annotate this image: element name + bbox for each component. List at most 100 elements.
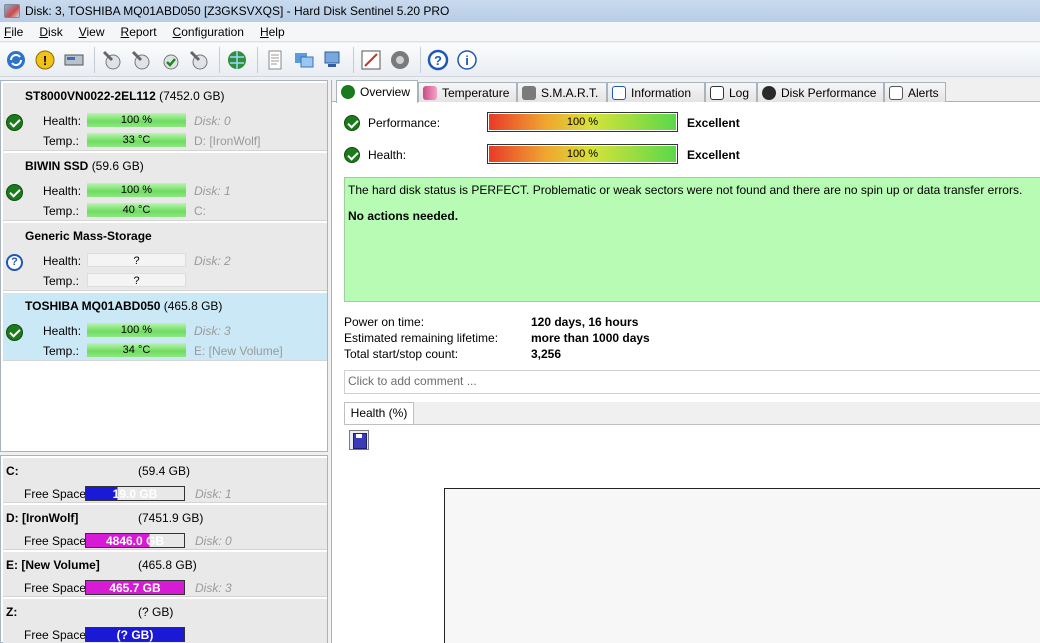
startstop-value: 3,256	[531, 347, 562, 361]
temp-bar: ?	[87, 273, 186, 287]
volume-item[interactable]: D: [IronWolf] (7451.9 GB) Free Space 484…	[3, 505, 327, 550]
disk-item[interactable]: Generic Mass-Storage ? Health: ? Disk: 2…	[3, 223, 327, 291]
tab-smart[interactable]: S.M.A.R.T.	[517, 82, 607, 102]
tab-disk-performance[interactable]: Disk Performance	[757, 82, 884, 102]
test-button-3[interactable]	[157, 47, 183, 73]
status-ok-icon	[6, 114, 23, 131]
toolbar: ! ? i	[0, 43, 1040, 77]
power-on-value: 120 days, 16 hours	[531, 315, 639, 329]
health-label: Health:	[43, 114, 82, 128]
volume-name: C:	[6, 464, 19, 478]
report-button[interactable]	[262, 47, 288, 73]
alerts-icon	[889, 85, 903, 100]
health-bar: 100 %	[87, 183, 186, 197]
status-text: The hard disk status is PERFECT. Problem…	[348, 183, 1023, 197]
volume-item[interactable]: E: [New Volume] (465.8 GB) Free Space 46…	[3, 552, 327, 597]
alert-button[interactable]: !	[32, 47, 58, 73]
tab-information[interactable]: Information	[607, 82, 705, 102]
health-ok-icon	[344, 147, 360, 163]
drive-icon	[64, 54, 84, 65]
main-panel: Overview Temperature S.M.A.R.T. Informat…	[331, 80, 1040, 643]
volume-disk: Disk: 1	[195, 487, 232, 501]
disk-name: TOSHIBA MQ01ABD050 (465.8 GB)	[25, 299, 223, 313]
tab-log[interactable]: Log	[705, 82, 757, 102]
wrench-4-icon	[189, 50, 208, 69]
tab-label: Disk Performance	[781, 85, 877, 100]
about-button[interactable]: i	[454, 47, 480, 73]
menu-disk[interactable]: Disk	[39, 25, 62, 39]
health-bar: 100 %	[87, 323, 186, 337]
wrench-1-icon	[102, 50, 121, 69]
tab-label: S.M.A.R.T.	[541, 85, 599, 100]
status-ok-icon	[6, 184, 23, 201]
title-bar: Disk: 3, TOSHIBA MQ01ABD050 [Z3GKSVXQS] …	[0, 0, 1040, 22]
sync-icon	[295, 52, 314, 67]
volume-list: C: (59.4 GB) Free Space 19.0 GB Disk: 1 …	[0, 455, 328, 643]
performance-rating: Excellent	[687, 116, 740, 130]
gauge-icon	[762, 85, 776, 100]
comment-field[interactable]: Click to add comment ...	[344, 370, 1040, 394]
menu-file[interactable]: File	[4, 25, 23, 39]
action-text: No actions needed.	[348, 209, 459, 223]
temp-label: Temp.:	[43, 274, 80, 288]
wrench-check-icon	[163, 54, 179, 69]
tab-health-graph[interactable]: Health (%)	[344, 402, 414, 425]
tab-label: Log	[729, 85, 750, 100]
volume-capacity: (7451.9 GB)	[138, 511, 204, 525]
menu-report[interactable]: Report	[121, 25, 157, 39]
disk-item[interactable]: ST8000VN0022-2EL112 (7452.0 GB) Health: …	[3, 83, 327, 151]
refresh-icon	[7, 50, 25, 69]
network-button[interactable]	[320, 47, 346, 73]
refresh-button[interactable]	[3, 47, 29, 73]
globe-icon	[228, 50, 246, 69]
menu-help[interactable]: Help	[260, 25, 285, 39]
toolbar-separator	[257, 46, 258, 73]
health-bar: ?	[87, 253, 186, 267]
window-title: Disk: 3, TOSHIBA MQ01ABD050 [Z3GKSVXQS] …	[25, 4, 450, 18]
temp-bar: 34 °C	[87, 343, 186, 357]
tab-label: Overview	[360, 85, 411, 99]
tab-alerts[interactable]: Alerts	[884, 82, 946, 102]
sync-button[interactable]	[291, 47, 317, 73]
report-icon	[268, 50, 282, 69]
test-button-4[interactable]	[186, 47, 212, 73]
volume-name: E: [New Volume]	[6, 558, 100, 572]
free-space-label: Free Space	[24, 487, 87, 501]
volume-label: C:	[194, 204, 206, 218]
volume-capacity: (59.4 GB)	[138, 464, 191, 478]
temp-bar: 33 °C	[87, 133, 186, 147]
power-on-label: Power on time:	[344, 315, 425, 329]
disk-number: Disk: 3	[194, 324, 231, 338]
help-button[interactable]: ?	[425, 47, 451, 73]
speaker-icon	[391, 50, 409, 69]
web-button[interactable]	[224, 47, 250, 73]
save-icon[interactable]	[349, 430, 369, 450]
sound-button[interactable]	[387, 47, 413, 73]
wrench-2-icon	[131, 50, 150, 69]
disk-button[interactable]	[61, 47, 87, 73]
test-button-1[interactable]	[99, 47, 125, 73]
tab-label: Alerts	[908, 85, 939, 100]
log-icon	[710, 85, 724, 100]
status-ok-icon	[6, 324, 23, 341]
menu-view[interactable]: View	[79, 25, 105, 39]
disk-item[interactable]: BIWIN SSD (59.6 GB) Health: 100 % Disk: …	[3, 153, 327, 221]
volume-label: D: [IronWolf]	[194, 134, 261, 148]
temp-bar: 40 °C	[87, 203, 186, 217]
tab-overview[interactable]: Overview	[336, 80, 418, 103]
pulse-icon	[522, 85, 536, 100]
volume-name: D: [IronWolf]	[6, 511, 79, 525]
health-graph	[444, 488, 1040, 643]
volume-item[interactable]: Z: (? GB) Free Space (? GB)	[3, 599, 327, 643]
menu-bar: File Disk View Report Configuration Help	[0, 22, 1040, 42]
disk-item-selected[interactable]: TOSHIBA MQ01ABD050 (465.8 GB) Health: 10…	[3, 293, 327, 361]
menu-configuration[interactable]: Configuration	[173, 25, 244, 39]
checklist-button[interactable]	[358, 47, 384, 73]
volume-label: E: [New Volume]	[194, 344, 283, 358]
volume-item[interactable]: C: (59.4 GB) Free Space 19.0 GB Disk: 1	[3, 458, 327, 503]
tab-temperature[interactable]: Temperature	[418, 82, 517, 102]
health-bar: 100 %	[487, 144, 678, 164]
test-button-2[interactable]	[128, 47, 154, 73]
graph-area: Health (%)	[344, 402, 1040, 643]
performance-label: Performance:	[368, 116, 441, 130]
